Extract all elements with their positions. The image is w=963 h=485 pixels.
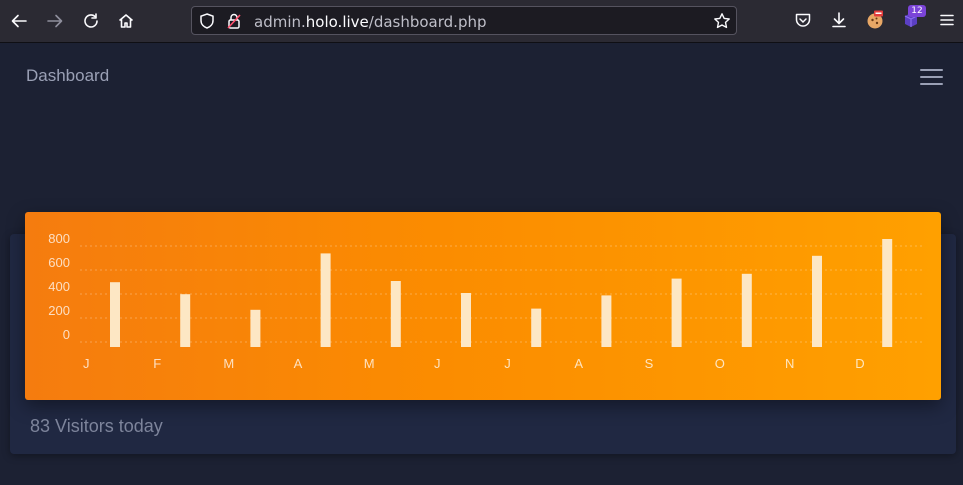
bookmark-star-icon[interactable] [713, 12, 731, 30]
back-button[interactable] [7, 9, 31, 33]
y-tick-label: 800 [48, 231, 70, 246]
chart-bar [320, 253, 331, 347]
y-tick-label: 0 [63, 327, 70, 342]
menu-icon [940, 14, 954, 26]
arrow-right-icon [47, 14, 63, 28]
hamburger-line [920, 76, 943, 78]
forward-button[interactable] [43, 9, 67, 33]
address-bar[interactable]: admin.holo.live/dashboard.php [191, 6, 737, 35]
chart-bar [882, 239, 893, 347]
x-tick-label: J [504, 356, 511, 371]
chart-bar [250, 309, 261, 347]
x-tick-label: J [83, 356, 90, 371]
cookie-icon [867, 10, 883, 29]
extension-badge: 12 [908, 5, 926, 17]
download-icon [832, 12, 846, 28]
home-button[interactable] [114, 9, 138, 33]
url-path: /dashboard.php [368, 13, 487, 31]
page-title: Dashboard [26, 66, 110, 85]
hamburger-line [920, 69, 943, 71]
x-tick-label: J [434, 356, 441, 371]
x-tick-label: M [364, 356, 375, 371]
x-tick-label: A [574, 356, 583, 371]
browser-toolbar: admin.holo.live/dashboard.php 12 [0, 0, 963, 43]
chart-bar [110, 282, 120, 347]
visitors-count: 83 Visitors today [30, 416, 163, 436]
url-host: holo.live [305, 13, 369, 31]
x-tick-label: S [645, 356, 654, 371]
chart-bar [741, 273, 752, 347]
chart-bar [601, 295, 612, 347]
x-tick-label: M [223, 356, 234, 371]
url-text[interactable]: admin.holo.live/dashboard.php [254, 13, 487, 31]
reload-icon [84, 13, 98, 28]
chart-bar [180, 294, 191, 347]
url-subdomain: admin. [254, 13, 306, 31]
cookie-extension-button[interactable] [864, 9, 886, 31]
visitors-chart: 800 600 400 200 0 J F M A M J J A S O N D [25, 212, 941, 400]
reload-button[interactable] [79, 9, 103, 33]
x-tick-label: N [785, 356, 794, 371]
shield-icon[interactable] [198, 12, 216, 30]
x-tick-label: O [715, 356, 725, 371]
hamburger-line [920, 83, 943, 85]
insecure-lock-icon[interactable] [225, 12, 243, 30]
nav-menu-button[interactable] [920, 69, 943, 85]
pocket-button[interactable] [792, 9, 814, 31]
chart-bar [390, 281, 401, 347]
x-tick-label: D [855, 356, 864, 371]
pocket-icon [795, 13, 811, 27]
chart-bar [531, 308, 542, 347]
x-tick-label: A [294, 356, 303, 371]
y-tick-label: 600 [48, 255, 70, 270]
y-tick-label: 200 [48, 303, 70, 318]
x-tick-label: F [153, 356, 161, 371]
home-icon [118, 14, 134, 28]
chart-bar [812, 255, 822, 347]
app-menu-button[interactable] [936, 9, 958, 31]
chart-bar [461, 293, 471, 347]
arrow-left-icon [11, 14, 27, 28]
downloads-button[interactable] [828, 9, 850, 31]
y-tick-label: 400 [48, 279, 70, 294]
bar-chart: 8006004002000J F M A M J J A S O N D [48, 231, 925, 371]
chart-bar [671, 278, 682, 347]
